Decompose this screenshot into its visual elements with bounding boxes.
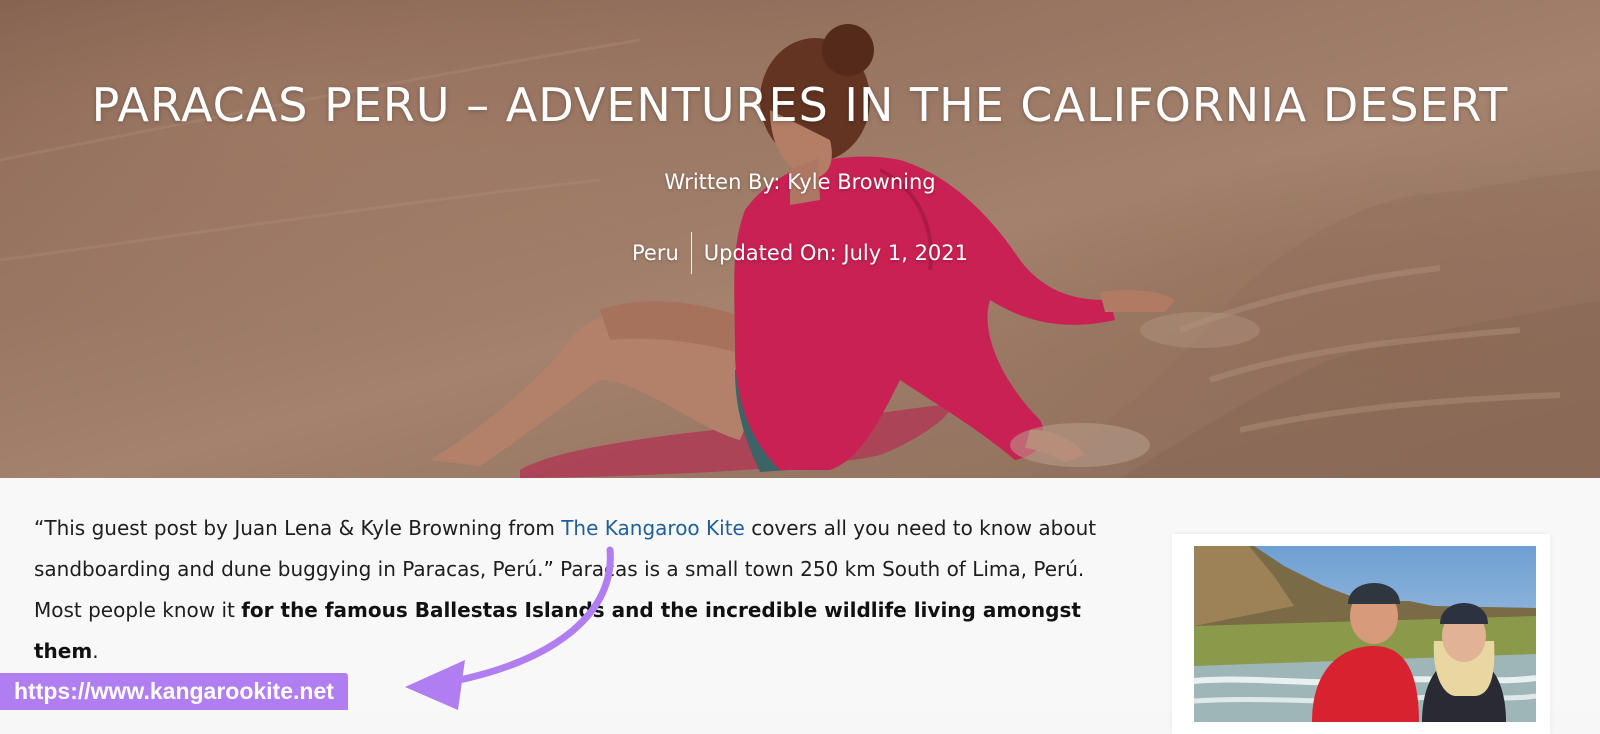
- hero-banner: PARACAS PERU – ADVENTURES IN THE CALIFOR…: [0, 0, 1600, 478]
- post-meta: Peru Updated On: July 1, 2021: [0, 232, 1600, 274]
- updated-date: Updated On: July 1, 2021: [703, 241, 969, 265]
- intro-text-end: .: [92, 639, 99, 663]
- author-photo[interactable]: [1194, 546, 1536, 722]
- intro-paragraph: “This guest post by Juan Lena & Kyle Bro…: [34, 508, 1124, 672]
- page-title: PARACAS PERU – ADVENTURES IN THE CALIFOR…: [91, 78, 1509, 132]
- intro-text-1: “This guest post by Juan Lena & Kyle Bro…: [34, 516, 562, 540]
- category-link[interactable]: Peru: [632, 241, 691, 265]
- kangaroo-kite-link[interactable]: The Kangaroo Kite: [561, 516, 745, 540]
- author-card: [1172, 534, 1550, 734]
- url-label: https://www.kangarookite.net: [0, 673, 348, 710]
- author-byline[interactable]: Written By: Kyle Browning: [0, 170, 1600, 194]
